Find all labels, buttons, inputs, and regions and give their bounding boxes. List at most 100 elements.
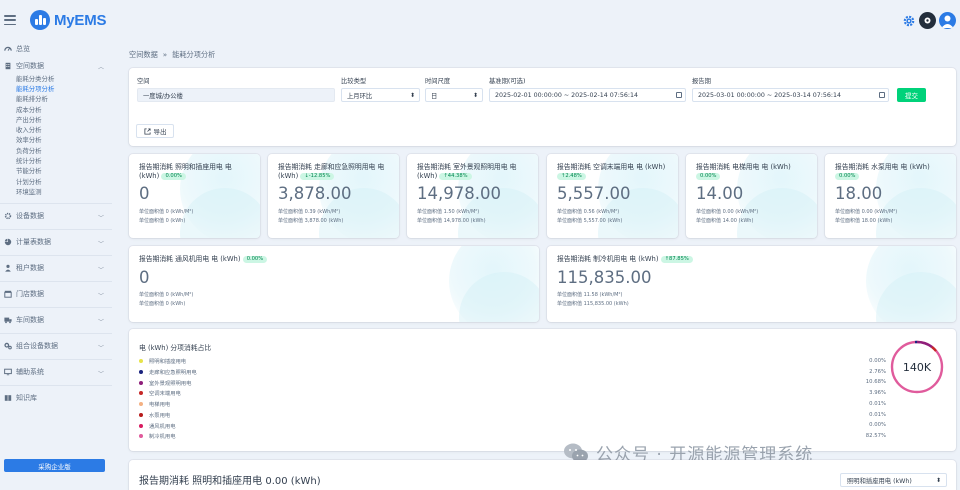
legend-item[interactable]: 空调末端用电 xyxy=(139,388,181,399)
space-label: 空间 xyxy=(137,78,150,85)
sidebar-item-auxiliary[interactable]: 辅助系统 ﹀ xyxy=(0,358,112,385)
metric-card: 报告期消耗 电梯用电 电 (kWh) 0.00% 14.00 单位面积值 0.0… xyxy=(686,154,817,238)
sidebar-subitem[interactable]: 收入分析 xyxy=(0,124,112,134)
sidebar-subitem[interactable]: 负荷分析 xyxy=(0,145,112,155)
sidebar-subitem[interactable]: 能耗排分析 xyxy=(0,94,112,104)
book-icon xyxy=(4,395,12,401)
category-select[interactable]: 照明和插座用电 (kWh) ⬍ xyxy=(840,473,947,487)
export-button[interactable]: 导出 xyxy=(136,124,174,138)
submit-button[interactable]: 提交 xyxy=(897,88,926,102)
legend-item[interactable]: 水泵用电 xyxy=(139,410,170,421)
base-period-input[interactable]: 2025-02-01 00:00:00 ~ 2025-02-14 07:56:1… xyxy=(489,88,686,102)
change-badge: ↑87.85% xyxy=(660,255,693,263)
sidebar-item-label: 总览 xyxy=(16,45,30,53)
change-badge: 0.00% xyxy=(161,172,186,180)
change-badge: ↑44.38% xyxy=(439,172,472,180)
sidebar-subitem-active[interactable]: 能耗分项分析 xyxy=(0,83,112,93)
avatar[interactable] xyxy=(939,12,956,29)
share-chart-title: 电 (kWh) 分项消耗占比 xyxy=(139,344,212,352)
legend-item[interactable]: 照明和插座用电 xyxy=(139,356,186,367)
sidebar-item-label: 车间数据 xyxy=(16,316,44,325)
metric-value: 5,557.00 xyxy=(557,184,631,203)
report-period-input[interactable]: 2025-03-01 00:00:00 ~ 2025-03-14 07:56:1… xyxy=(692,88,889,102)
sidebar-item-store[interactable]: 门店数据 ﹀ xyxy=(0,280,112,307)
compare-type-value: 上月环比 xyxy=(347,92,373,100)
share-percent: 10.68% xyxy=(865,379,886,386)
sidebar-item-space-data[interactable]: 空间数据 ︿ xyxy=(0,59,112,73)
donut-center-label: 140K xyxy=(903,361,932,374)
metric-title: 报告期消耗 空调末端用电 电 (kWh) ↑2.48% xyxy=(557,163,666,180)
legend-item[interactable]: 走廊和应急照明用电 xyxy=(139,367,197,378)
metric-title: 报告期消耗 制冷机用电 电 (kWh) ↑87.85% xyxy=(557,255,944,264)
gear-icon[interactable] xyxy=(902,14,916,28)
sidebar-subitem[interactable]: 环境监测 xyxy=(0,186,112,196)
truck-icon xyxy=(4,317,12,324)
sidebar-subitem[interactable]: 统计分析 xyxy=(0,155,112,165)
buy-enterprise-button[interactable]: 采购企业版 xyxy=(4,459,105,472)
sidebar-item-workshop[interactable]: 车间数据 ﹀ xyxy=(0,306,112,333)
legend-dot xyxy=(139,359,143,364)
sidebar-item-meter[interactable]: 计量表数据 ﹀ xyxy=(0,228,112,255)
chevron-down-icon: ﹀ xyxy=(97,318,104,326)
period-label: 时间尺度 xyxy=(425,78,451,85)
filter-panel: 空间 一度城/办公楼 比较类型 上月环比 ⬍ 时间尺度 日 ⬍ 基准期(可选) 20… xyxy=(129,68,956,146)
sidebar-subitem[interactable]: 成本分析 xyxy=(0,104,112,114)
sidebar-item-overview[interactable]: 总览 xyxy=(0,42,112,56)
sidebar-subitem[interactable]: 节能分析 xyxy=(0,166,112,176)
select-arrows-icon: ⬍ xyxy=(409,91,415,99)
sidebar-subitem[interactable]: 计划分析 xyxy=(0,176,112,186)
share-chart-card: 电 (kWh) 分项消耗占比 照明和插座用电 走廊和应急照明用电 室外景观照明用… xyxy=(129,329,956,451)
period-value: 日 xyxy=(431,92,438,100)
building-icon xyxy=(5,62,11,70)
external-link-icon xyxy=(143,127,151,135)
sidebar-item-label: 知识库 xyxy=(16,394,37,403)
share-percent: 0.00% xyxy=(869,422,886,429)
legend-dot xyxy=(139,423,143,428)
breadcrumb-parent[interactable]: 空间数据 xyxy=(129,50,158,60)
legend-item[interactable]: 室外景观照明用电 xyxy=(139,377,191,388)
sidebar-item-equipment[interactable]: 设备数据 ﹀ xyxy=(0,202,112,229)
header-actions xyxy=(902,12,956,29)
share-percent: 0.00% xyxy=(869,358,886,364)
period-select[interactable]: 日 ⬍ xyxy=(425,88,483,102)
share-percent: 82.57% xyxy=(865,432,886,439)
share-donut-chart[interactable]: 140K xyxy=(888,338,946,396)
space-field[interactable]: 一度城/办公楼 xyxy=(137,88,335,102)
compare-type-select[interactable]: 上月环比 ⬍ xyxy=(341,88,420,102)
compare-type-label: 比较类型 xyxy=(341,78,367,85)
base-period-value: 2025-02-01 00:00:00 ~ 2025-02-14 07:56:1… xyxy=(495,91,639,99)
metric-card: 报告期消耗 水泵用电 电 (kWh) 0.00% 18.00 单位面积值 0.0… xyxy=(825,154,956,238)
metric-title: 报告期消耗 电梯用电 电 (kWh) 0.00% xyxy=(696,163,791,180)
sidebar-item-knowledge[interactable]: 知识库 xyxy=(0,384,112,411)
metric-per-unit: 单位面积值 18.00 (kWh) xyxy=(835,218,893,224)
change-badge: ↓-12.85% xyxy=(300,172,335,180)
sidebar-subitem[interactable]: 效率分析 xyxy=(0,135,112,145)
metric-value: 115,835.00 xyxy=(557,268,652,287)
notification-button[interactable] xyxy=(919,12,936,29)
legend-item[interactable]: 制冷机用电 xyxy=(139,431,176,442)
metric-value: 0 xyxy=(139,268,150,287)
chevron-down-icon: ﹀ xyxy=(97,240,104,248)
chevron-down-icon: ﹀ xyxy=(97,370,104,378)
export-label: 导出 xyxy=(153,128,167,136)
metric-per-area: 单位面积值 0 (kWh/M²) xyxy=(139,209,194,215)
metric-value: 14.00 xyxy=(696,184,744,203)
dashboard-icon xyxy=(4,46,12,51)
legend-item[interactable]: 通风机用电 xyxy=(139,420,176,431)
change-badge: 0.00% xyxy=(242,255,268,263)
menu-toggle-icon[interactable] xyxy=(4,15,16,25)
legend-item[interactable]: 电梯用电 xyxy=(139,399,170,410)
sidebar-subitem[interactable]: 能耗分类分析 xyxy=(0,73,112,83)
change-badge: ↑2.48% xyxy=(557,172,586,180)
legend-dot xyxy=(139,370,143,375)
bell-icon xyxy=(924,17,931,24)
legend-dot xyxy=(139,412,143,417)
metric-per-area: 单位面积值 11.58 (kWh/M²) xyxy=(557,292,623,298)
metric-value: 14,978.00 xyxy=(417,184,501,203)
gears-icon xyxy=(4,342,12,350)
sidebar-item-tenant[interactable]: 租户数据 ﹀ xyxy=(0,254,112,281)
legend-dot xyxy=(139,380,143,385)
sidebar-subitem[interactable]: 产出分析 xyxy=(0,114,112,124)
logo-text[interactable]: MyEMS xyxy=(54,12,107,29)
sidebar-item-combined-equipment[interactable]: 组合设备数据 ﹀ xyxy=(0,332,112,359)
